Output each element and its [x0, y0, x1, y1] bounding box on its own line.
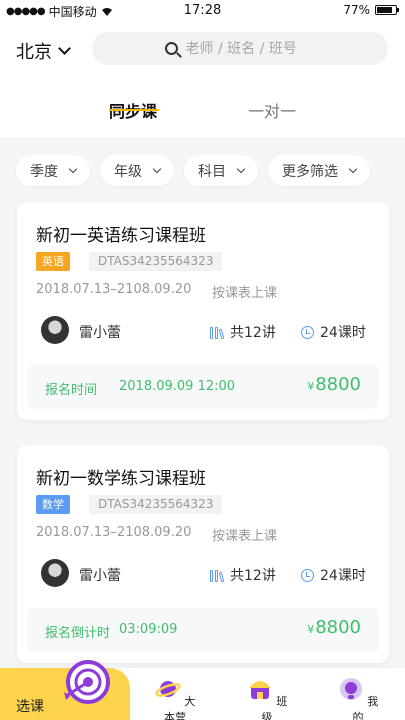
course-price: ¥8800: [307, 374, 361, 395]
search-icon: [164, 42, 178, 55]
chevron-down-icon: [68, 164, 78, 174]
chevron-down-icon: [58, 42, 71, 55]
filter-label: 更多筛选: [282, 163, 338, 180]
chevron-down-icon: [152, 164, 162, 174]
currency-symbol: ¥: [307, 623, 315, 636]
course-footer: 报名时间 2018.09.09 12:00 ¥8800: [27, 365, 379, 409]
planet-icon: [155, 681, 181, 697]
subject-tag: 英语: [36, 252, 70, 271]
countdown-label: 报名倒计时: [45, 626, 111, 641]
price-value: 8800: [315, 617, 361, 638]
course-type-tabs: 同步课 一对一: [0, 84, 405, 134]
filter-season[interactable]: 季度: [16, 155, 90, 186]
course-date-range: 2018.07.13–2108.09.20: [36, 282, 192, 297]
subject-tag: 数学: [36, 495, 70, 514]
course-code: DTAS34235564323: [89, 495, 223, 514]
course-title: 新初一数学练习课程班: [36, 469, 206, 489]
hours-label: 24课时: [320, 568, 366, 584]
battery-icon: [375, 5, 399, 15]
tab-label: 选课: [16, 699, 44, 715]
header: 北京 同步课 一对一: [0, 22, 405, 137]
search-bar[interactable]: [92, 32, 388, 65]
tab-camp[interactable]: 大本营: [150, 676, 200, 720]
bottom-tab-bar: 选课 大本营 班级 我的: [0, 660, 405, 720]
tab-select-course[interactable]: 选课: [0, 660, 130, 720]
hours-count: 24课时: [301, 322, 366, 342]
book-icon: [210, 326, 225, 339]
battery-percent: 77%: [343, 3, 370, 17]
city-label: 北京: [16, 42, 52, 63]
clock-icon: [301, 325, 314, 339]
filter-grade[interactable]: 年级: [100, 155, 174, 186]
countdown-value: 03:09:09: [119, 622, 178, 637]
chevron-down-icon: [348, 164, 358, 174]
course-title: 新初一英语练习课程班: [36, 226, 206, 246]
lessons-label: 共12讲: [230, 568, 276, 584]
status-battery-group: 77%: [343, 3, 399, 17]
filter-more[interactable]: 更多筛选: [268, 155, 370, 186]
city-selector[interactable]: 北京: [16, 38, 71, 64]
teacher-name: 雷小蕾: [79, 325, 121, 341]
avatar: [41, 316, 69, 344]
teacher-name: 雷小蕾: [79, 568, 121, 584]
target-icon: [64, 660, 110, 704]
course-code: DTAS34235564323: [89, 252, 223, 271]
enroll-time-value: 2018.09.09 12:00: [119, 379, 236, 394]
course-footer: 报名倒计时 03:09:09 ¥8800: [27, 608, 379, 652]
lessons-label: 共12讲: [230, 325, 276, 341]
active-tab-indicator: [109, 109, 159, 111]
filter-bar: 季度 年级 科目 更多筛选: [16, 155, 370, 186]
enroll-time-label: 报名时间: [45, 383, 98, 398]
currency-symbol: ¥: [307, 380, 315, 393]
filter-label: 科目: [198, 163, 226, 180]
book-icon: [210, 569, 225, 582]
course-schedule: 按课表上课: [212, 529, 278, 544]
status-bar: ●●●●● 中国移动 17:28 77%: [0, 0, 405, 22]
avatar: [41, 559, 69, 587]
hours-count: 24课时: [301, 565, 366, 585]
price-value: 8800: [315, 374, 361, 395]
lessons-count: 共12讲: [210, 565, 276, 585]
course-card[interactable]: 新初一数学练习课程班 数学 DTAS34235564323 2018.07.13…: [17, 445, 389, 663]
tab-profile[interactable]: 我的: [333, 676, 383, 720]
profile-icon: [339, 678, 362, 700]
lessons-count: 共12讲: [210, 322, 276, 342]
tab-class[interactable]: 班级: [242, 676, 292, 720]
course-price: ¥8800: [307, 617, 361, 638]
clock-icon: [301, 568, 314, 582]
filter-subject[interactable]: 科目: [184, 155, 258, 186]
course-card[interactable]: 新初一英语练习课程班 英语 DTAS34235564323 2018.07.13…: [17, 202, 389, 420]
hours-label: 24课时: [320, 325, 366, 341]
course-date-range: 2018.07.13–2108.09.20: [36, 525, 192, 540]
course-schedule: 按课表上课: [212, 286, 278, 301]
class-icon: [248, 681, 271, 699]
filter-label: 季度: [30, 163, 58, 180]
filter-label: 年级: [114, 163, 142, 180]
search-input[interactable]: [185, 40, 316, 57]
tab-one-on-one[interactable]: 一对一: [248, 98, 296, 122]
chevron-down-icon: [236, 164, 246, 174]
